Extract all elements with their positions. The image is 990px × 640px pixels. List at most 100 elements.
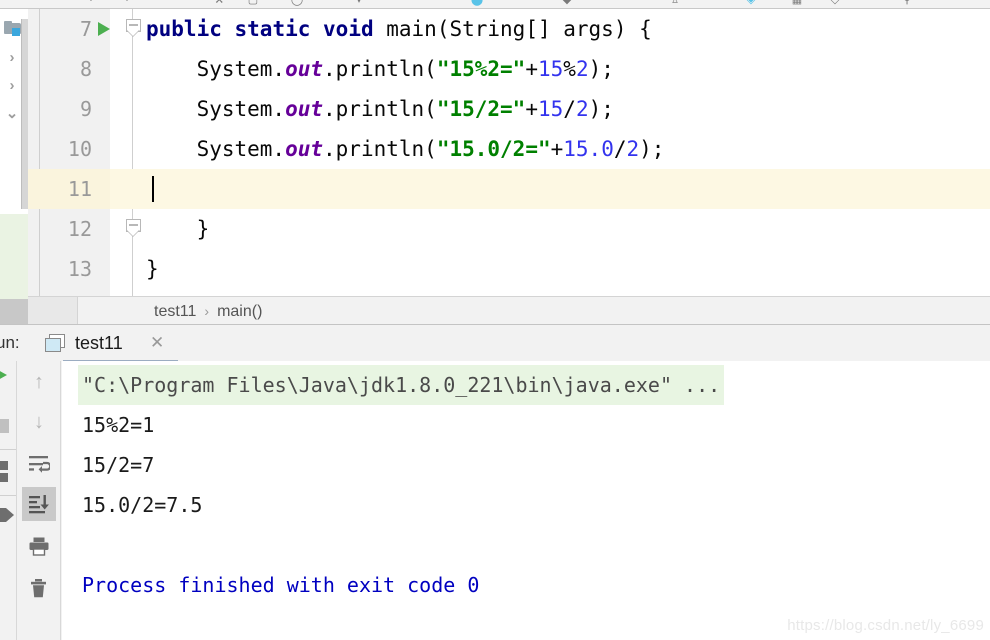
- breadcrumb-separator-icon: ›: [204, 303, 210, 319]
- line-number: 12: [67, 217, 92, 241]
- scroll-down-icon[interactable]: ↓: [22, 405, 56, 439]
- run-window-title: un:: [0, 333, 20, 352]
- folder-badge-shape: [12, 28, 20, 36]
- run-tab-label[interactable]: test11: [75, 327, 123, 359]
- code-line[interactable]: 11: [28, 169, 990, 209]
- strip-divider-1: [0, 449, 16, 450]
- code-editor[interactable]: 7 public static void main(String[] args) …: [28, 9, 990, 296]
- code-token-pln: );: [588, 97, 614, 121]
- code-token-pln: }: [146, 257, 159, 281]
- debug-icon[interactable]: ◆: [560, 0, 574, 7]
- code-token-str: "15.0/2=": [436, 137, 551, 161]
- scroll-to-end-glyph: [29, 495, 49, 514]
- scroll-up-icon[interactable]: ↑: [22, 365, 56, 399]
- ide-window: ↶ ↷ ⚒ ▢ ◯ ▾ ⬤ ◆ ▵ ◈ ▦ ◇ ⚲ › › ⌄ 7 public …: [0, 0, 990, 640]
- run-actions-strip[interactable]: [0, 361, 17, 640]
- code-token-num: 2: [626, 137, 640, 161]
- settings-icon[interactable]: ◈: [744, 0, 758, 7]
- scroll-to-end-icon[interactable]: [22, 487, 56, 521]
- code-token-pln: .println(: [323, 137, 437, 161]
- code-text[interactable]: System.out.println("15/2="+15/2);: [146, 89, 614, 129]
- code-line[interactable]: 10 System.out.println("15.0/2="+15.0/2);: [28, 129, 990, 169]
- code-text[interactable]: }: [146, 249, 159, 289]
- fold-point-inner: [127, 30, 139, 36]
- compile-icon[interactable]: ⚒: [212, 0, 226, 7]
- code-text[interactable]: System.out.println("15.0/2="+15.0/2);: [146, 129, 665, 169]
- help-icon[interactable]: ◇: [828, 0, 842, 7]
- breadcrumb-bar[interactable]: test11 › main(): [28, 296, 990, 325]
- code-token-pln: System.: [146, 137, 286, 161]
- code-token-kw: public: [146, 17, 222, 41]
- stop-icon[interactable]: [0, 419, 9, 433]
- console-toolbar[interactable]: ↑ ↓: [17, 361, 61, 640]
- code-token-str: "15/2=": [436, 97, 526, 121]
- code-line[interactable]: 8 System.out.println("15%2="+15%2);: [28, 49, 990, 89]
- text-caret: [152, 176, 154, 202]
- line-number: 11: [67, 177, 92, 201]
- code-token-pln: %: [563, 57, 576, 81]
- breadcrumb-class[interactable]: test11: [154, 303, 196, 320]
- code-token-fld: out: [285, 97, 324, 121]
- code-token-pln: [222, 17, 235, 41]
- breadcrumb[interactable]: test11 › main(): [154, 297, 262, 325]
- thread-dump-icon-bottom[interactable]: [0, 473, 8, 482]
- code-token-pln: /: [563, 97, 576, 121]
- code-token-num: 2: [575, 97, 589, 121]
- console-line-out: 15.0/2=7.5: [82, 493, 203, 517]
- redo-icon[interactable]: ↷: [118, 0, 132, 7]
- line-number: 13: [67, 257, 92, 281]
- code-line[interactable]: 13}: [28, 249, 990, 289]
- fold-toggle-icon[interactable]: [126, 219, 141, 238]
- code-token-pln: +: [525, 97, 538, 121]
- code-text[interactable]: System.out.println("15%2="+15%2);: [146, 49, 614, 89]
- code-token-fld: out: [285, 137, 324, 161]
- breadcrumb-method[interactable]: main(): [217, 303, 262, 320]
- line-number: 10: [67, 137, 92, 161]
- resume-icon[interactable]: [0, 508, 14, 522]
- print-glyph: [29, 537, 49, 556]
- strip-divider-2: [0, 495, 16, 496]
- console-output[interactable]: "C:\Program Files\Java\jdk1.8.0_221\bin\…: [62, 361, 990, 640]
- console-line-out: 15%2=1: [82, 413, 155, 437]
- print-icon[interactable]: [22, 529, 56, 563]
- undo-icon[interactable]: ↶: [86, 0, 100, 7]
- layout-icon[interactable]: ▦: [790, 0, 804, 7]
- fold-toggle-icon[interactable]: [126, 19, 141, 38]
- trash-glyph: [31, 579, 46, 598]
- search-everywhere-icon[interactable]: ⚲: [900, 0, 914, 7]
- run-config-icon[interactable]: ▾: [352, 0, 366, 7]
- rerun-icon[interactable]: [0, 369, 7, 381]
- code-line[interactable]: 12 }: [28, 209, 990, 249]
- code-text[interactable]: }: [146, 209, 210, 249]
- line-number: 9: [79, 97, 92, 121]
- run-button-icon[interactable]: ⬤: [470, 0, 484, 7]
- code-line[interactable]: 7 public static void main(String[] args) …: [28, 9, 990, 49]
- console-icon-front: [45, 338, 61, 352]
- code-token-num: 15: [537, 57, 564, 81]
- code-token-pln: );: [588, 57, 614, 81]
- chevron-right-icon-1[interactable]: ›: [5, 49, 19, 67]
- chevron-down-icon[interactable]: ⌄: [5, 105, 19, 123]
- project-folder-icon[interactable]: [4, 21, 21, 36]
- code-text[interactable]: public static void main(String[] args) {: [146, 9, 652, 49]
- code-token-num: 15.0: [563, 137, 614, 161]
- code-line[interactable]: 9 System.out.println("15/2="+15/2);: [28, 89, 990, 129]
- app-icon[interactable]: ▢: [246, 0, 260, 7]
- soft-wrap-icon[interactable]: [22, 447, 56, 481]
- clear-all-icon[interactable]: [22, 571, 56, 605]
- close-icon[interactable]: ✕: [150, 327, 164, 359]
- code-token-pln: .println(: [323, 97, 437, 121]
- thread-dump-icon-top[interactable]: [0, 461, 8, 470]
- run-gutter-icon[interactable]: [98, 22, 110, 36]
- run-window-header: un: test11 ✕: [0, 325, 990, 364]
- search-icon[interactable]: ◯: [290, 0, 304, 7]
- code-token-pln: +: [550, 137, 564, 161]
- code-token-kw: void: [323, 17, 374, 41]
- code-token-pln: System.: [146, 97, 286, 121]
- profile-icon[interactable]: ▵: [668, 0, 682, 7]
- project-tree-sidebar[interactable]: › › ⌄: [0, 9, 40, 331]
- fold-point-inner: [127, 230, 139, 236]
- chevron-right-icon-2[interactable]: ›: [5, 77, 19, 95]
- breadcrumb-tab-edge: [28, 297, 78, 325]
- code-token-num: 2: [575, 57, 589, 81]
